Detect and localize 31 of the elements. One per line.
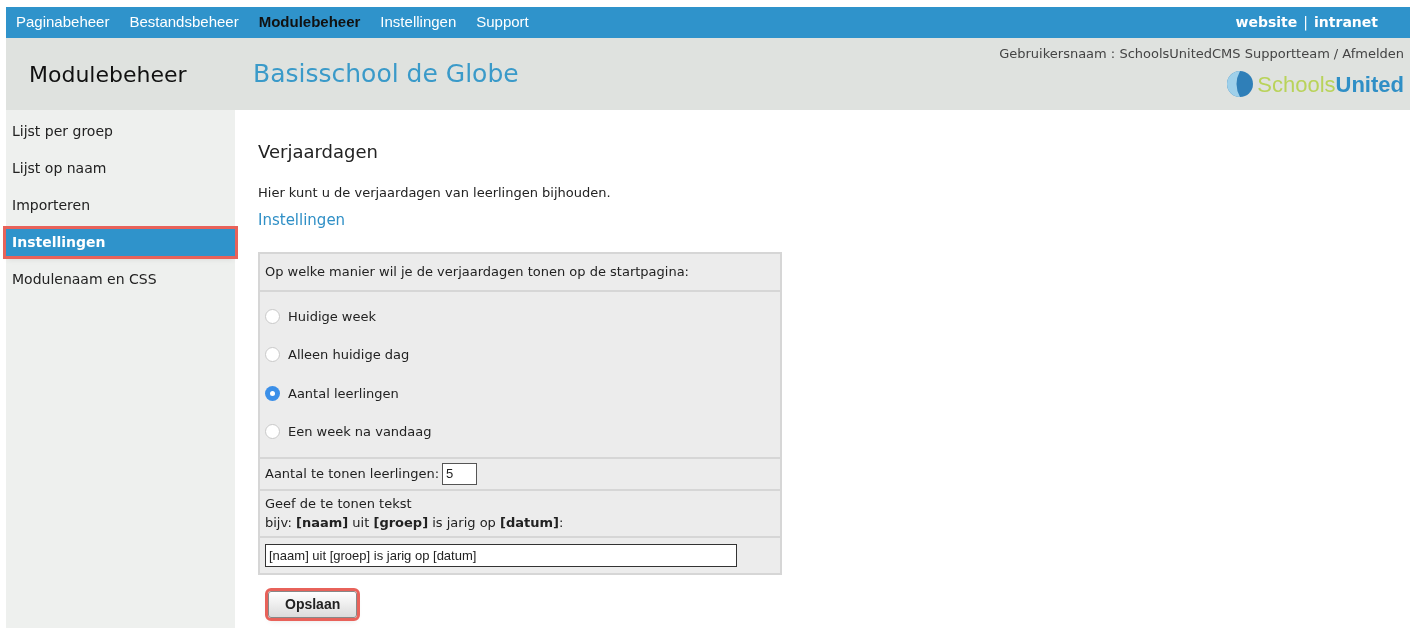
radio-button[interactable] <box>265 308 280 324</box>
username-label: Gebruikersnaam : SchoolsUnitedCMS Supportteam <box>999 45 1330 63</box>
logo: SchoolsUnited <box>1225 67 1404 101</box>
radio-option[interactable]: Alleen huidige dag <box>265 345 775 365</box>
sidebar-item[interactable]: Importeren <box>6 192 235 219</box>
link-separator: | <box>1303 13 1309 33</box>
form-question: Op welke manier wil je de verjaardagen tonen op de startpagina: <box>265 264 689 279</box>
site-title: Basisschool de Globe <box>253 58 519 91</box>
sidebar-item[interactable]: Lijst per groep <box>6 118 235 145</box>
section-title: Modulebeheer <box>29 60 187 89</box>
description: Hier kunt u de verjaardagen van leerlingen bijhouden. <box>258 184 611 202</box>
radio-button[interactable] <box>265 347 280 363</box>
radio-button[interactable] <box>265 424 280 440</box>
sidebar-item[interactable]: Lijst op naam <box>6 155 235 182</box>
text-label: Geef de te tonen tekst <box>265 494 413 513</box>
nav-tab[interactable]: Modulebeheer <box>258 11 361 34</box>
radio-option[interactable]: Huidige week <box>265 306 775 326</box>
radio-option[interactable]: Een week na vandaag <box>265 422 775 442</box>
separator: / <box>1333 45 1339 63</box>
count-label: Aantal te tonen leerlingen: <box>265 464 440 483</box>
logout-link[interactable]: Afmelden <box>1342 44 1404 64</box>
section-subtitle: Instellingen <box>258 209 346 231</box>
save-button[interactable]: Opslaan <box>268 590 358 618</box>
globe-icon <box>1225 69 1256 99</box>
radio-option[interactable]: Aantal leerlingen <box>265 383 775 403</box>
radio-button[interactable] <box>265 385 280 401</box>
sidebar-item[interactable]: Modulenaam en CSS <box>6 266 235 293</box>
text-input[interactable]: [naam] uit [groep] is jarig op [datum] <box>265 543 737 567</box>
page-title: Verjaardagen <box>258 140 378 164</box>
count-input[interactable]: 5 <box>442 462 478 485</box>
text-example: bijv: [naam] uit [groep] is jarig op [datum]: <box>265 514 565 532</box>
